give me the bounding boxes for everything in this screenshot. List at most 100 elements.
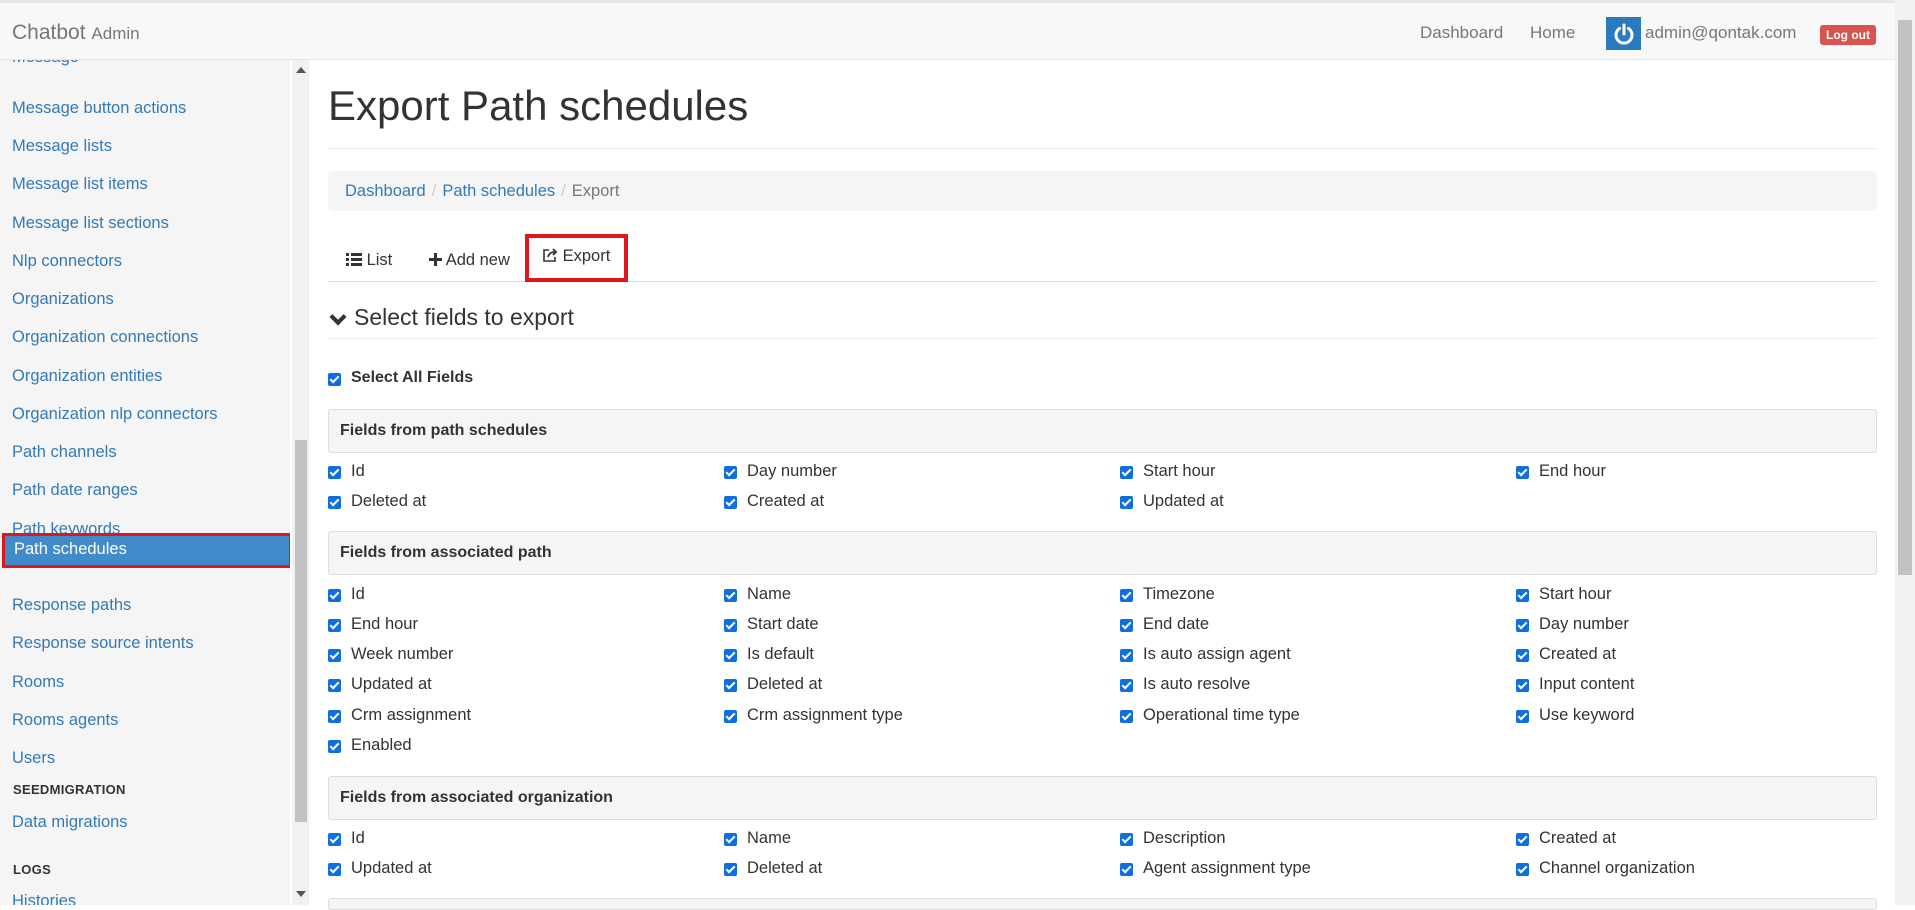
user-email[interactable]: admin@qontak.com <box>1645 23 1796 43</box>
sidebar-item-message-button-actions[interactable]: Message button actions <box>0 92 290 124</box>
field-label: Deleted at <box>747 675 823 693</box>
tab-list[interactable]: List <box>346 238 392 282</box>
field-checkbox[interactable] <box>1120 589 1133 602</box>
field-label: Is auto resolve <box>1143 675 1251 693</box>
sidebar-item-organizations[interactable]: Organizations <box>0 283 290 315</box>
field-checkbox[interactable] <box>1120 710 1133 723</box>
field-label: Week number <box>351 645 454 663</box>
field-checkbox[interactable] <box>1120 833 1133 846</box>
sidebar-item-message-list-items[interactable]: Message list items <box>0 168 290 200</box>
page-scrollbar-thumb[interactable] <box>1898 20 1912 575</box>
field-checkbox[interactable] <box>328 679 341 692</box>
tab-list-label: List <box>366 251 393 269</box>
sidebar-item-organization-nlp-connectors[interactable]: Organization nlp connectors <box>0 398 290 430</box>
sidebar-item-organization-connections[interactable]: Organization connections <box>0 321 290 353</box>
field-label: Deleted at <box>351 492 427 510</box>
breadcrumb-dashboard[interactable]: Dashboard <box>345 182 426 200</box>
field-checkbox[interactable] <box>1516 863 1529 876</box>
field-checkbox[interactable] <box>328 589 341 602</box>
field-label: Created at <box>747 492 825 510</box>
tab-add-new-label: Add new <box>445 251 510 269</box>
group-header: Fields from path schedules <box>328 409 1877 453</box>
logout-button[interactable]: Log out <box>1820 25 1876 45</box>
sidebar-item-histories[interactable]: Histories <box>0 885 290 905</box>
action-tabs: List Add new Export <box>328 234 1877 282</box>
field-checkbox[interactable] <box>724 679 737 692</box>
field-checkbox[interactable] <box>1516 619 1529 632</box>
field-checkbox[interactable] <box>724 710 737 723</box>
field-checkbox[interactable] <box>1516 679 1529 692</box>
field-label: Agent assignment type <box>1143 859 1311 877</box>
scroll-up-arrow-icon[interactable] <box>296 67 306 73</box>
field-label: Crm assignment <box>351 706 472 724</box>
field-checkbox[interactable] <box>724 649 737 662</box>
field-checkbox[interactable] <box>724 589 737 602</box>
nav-link-dashboard[interactable]: Dashboard <box>1420 23 1503 43</box>
field-checkbox[interactable] <box>1120 679 1133 692</box>
field-checkbox[interactable] <box>1120 863 1133 876</box>
sidebar-item-path-channels[interactable]: Path channels <box>0 436 290 468</box>
field-checkbox[interactable] <box>328 740 341 753</box>
chevron-down-icon <box>329 308 347 326</box>
field-checkbox[interactable] <box>328 466 341 479</box>
sidebar-item-nlp-connectors[interactable]: Nlp connectors <box>0 245 290 277</box>
field-checkbox[interactable] <box>328 649 341 662</box>
field-checkbox[interactable] <box>1516 589 1529 602</box>
scroll-down-arrow-icon[interactable] <box>296 891 306 897</box>
brand-logo[interactable]: Chatbot Admin <box>12 21 140 45</box>
tab-export[interactable]: Export <box>525 234 629 282</box>
field-checkbox[interactable] <box>724 863 737 876</box>
field-label: Created at <box>1539 829 1617 847</box>
sidebar-item-path-date-ranges[interactable]: Path date ranges <box>0 474 290 506</box>
field-checkbox[interactable] <box>1516 466 1529 479</box>
title-divider <box>328 148 1877 149</box>
field-checkbox[interactable] <box>328 619 341 632</box>
sidebar-item-response-paths[interactable]: Response paths <box>0 589 290 621</box>
field-label: Channel organization <box>1539 859 1695 877</box>
breadcrumb-path-schedules[interactable]: Path schedules <box>442 182 555 200</box>
field-checkbox[interactable] <box>724 466 737 479</box>
field-checkbox[interactable] <box>1516 649 1529 662</box>
nav-link-home[interactable]: Home <box>1530 23 1575 43</box>
field-label: End hour <box>1539 462 1606 480</box>
field-checkbox[interactable] <box>1120 496 1133 509</box>
field-label: Operational time type <box>1143 706 1300 724</box>
field-checkbox[interactable] <box>724 619 737 632</box>
field-checkbox[interactable] <box>1120 466 1133 479</box>
sidebar-item-message-list-sections[interactable]: Message list sections <box>0 207 290 239</box>
field-row: End hour Start date End date Day number <box>328 613 1877 638</box>
sidebar: Message Message button actions Message l… <box>0 60 290 905</box>
sidebar-item-users[interactable]: Users <box>0 742 290 774</box>
field-row: Week number Is default Is auto assign ag… <box>328 643 1877 668</box>
field-checkbox[interactable] <box>328 833 341 846</box>
field-checkbox[interactable] <box>724 496 737 509</box>
sidebar-item-path-schedules[interactable]: Path schedules <box>2 533 290 568</box>
sidebar-item-data-migrations[interactable]: Data migrations <box>0 806 290 838</box>
tab-add-new[interactable]: Add new <box>429 238 510 282</box>
select-fields-header[interactable]: Select fields to export <box>328 304 1877 339</box>
field-checkbox[interactable] <box>328 863 341 876</box>
field-checkbox[interactable] <box>328 710 341 723</box>
sidebar-item-organization-entities[interactable]: Organization entities <box>0 360 290 392</box>
sidebar-item-rooms-agents[interactable]: Rooms agents <box>0 704 290 736</box>
field-checkbox[interactable] <box>328 496 341 509</box>
sidebar-item-rooms[interactable]: Rooms <box>0 666 290 698</box>
field-row: Id Name Description Created at <box>328 827 1877 852</box>
select-all-checkbox[interactable] <box>328 373 341 386</box>
field-checkbox[interactable] <box>1516 833 1529 846</box>
sidebar-scrollbar-thumb[interactable] <box>295 440 307 822</box>
field-row: Updated at Deleted at Is auto resolve In… <box>328 673 1877 698</box>
field-checkbox[interactable] <box>724 833 737 846</box>
sidebar-item-response-source-intents[interactable]: Response source intents <box>0 627 290 659</box>
field-checkbox[interactable] <box>1120 619 1133 632</box>
field-label: Description <box>1143 829 1226 847</box>
tab-export-label: Export <box>562 247 611 265</box>
page-title: Export Path schedules <box>328 82 749 129</box>
field-checkbox[interactable] <box>1516 710 1529 723</box>
avatar[interactable] <box>1606 17 1641 50</box>
field-checkbox[interactable] <box>1120 649 1133 662</box>
sidebar-item-partial[interactable]: Message <box>0 60 290 67</box>
sidebar-item-message-lists[interactable]: Message lists <box>0 130 290 162</box>
field-label: End date <box>1143 615 1210 633</box>
top-navbar: Chatbot Admin Dashboard Home admin@qonta… <box>0 0 1895 60</box>
